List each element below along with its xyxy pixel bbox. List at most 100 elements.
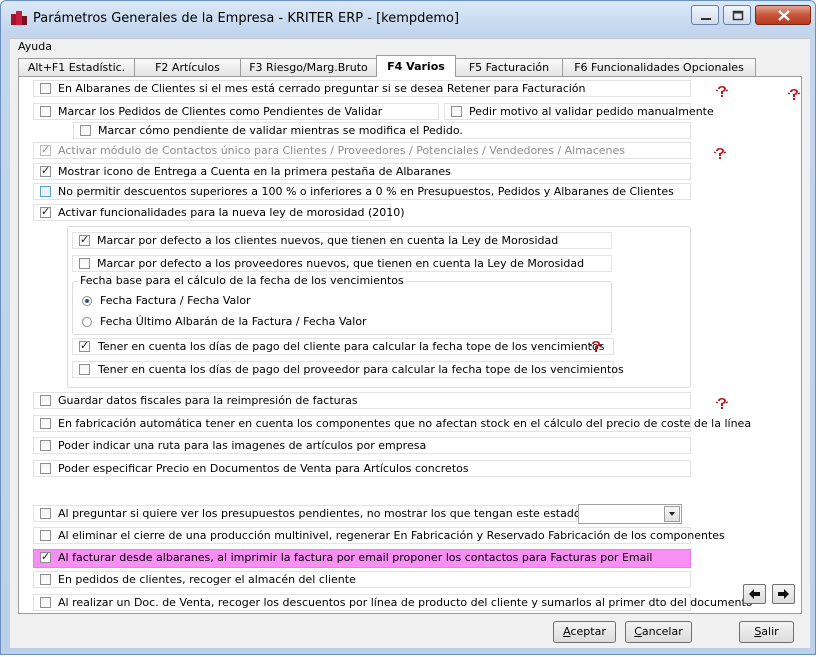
tab-riesgo[interactable]: F3 Riesgo/Marg.Bruto xyxy=(240,58,377,76)
option-label: Activar módulo de Contactos único para C… xyxy=(58,144,625,157)
option-label: Guardar datos fiscales para la reimpresi… xyxy=(58,394,358,407)
option-dias-pago-proveedor[interactable]: Tener en cuenta los días de pago del pro… xyxy=(72,361,624,378)
checkbox[interactable] xyxy=(40,143,51,156)
option-label: Al facturar desde albaranes, al imprimir… xyxy=(58,551,653,564)
option-label: Pedir motivo al validar pedido manualmen… xyxy=(469,105,714,118)
option-no-permitir-descuentos[interactable]: No permitir descuentos superiores a 100 … xyxy=(33,183,691,200)
option-label: No permitir descuentos superiores a 100 … xyxy=(58,185,674,198)
option-label: En fabricación automática tener en cuent… xyxy=(58,417,752,430)
option-fecha-factura[interactable]: Fecha Factura / Fecha Valor xyxy=(75,292,475,309)
checkbox[interactable] xyxy=(40,463,51,474)
option-descuentos-linea[interactable]: Al realizar un Doc. de Venta, recoger lo… xyxy=(33,594,753,611)
salir-button[interactable]: Salir xyxy=(739,621,794,643)
option-fabricacion-componentes[interactable]: En fabricación automática tener en cuent… xyxy=(33,415,751,432)
cancelar-button[interactable]: Cancelar xyxy=(625,621,692,643)
checkbox[interactable] xyxy=(40,597,51,608)
option-defecto-proveedores[interactable]: Marcar por defecto a los proveedores nue… xyxy=(72,255,612,272)
option-label: En Albaranes de Clientes si el mes está … xyxy=(58,82,586,95)
arrow-left-icon xyxy=(749,589,760,599)
option-label: Al preguntar si quiere ver los presupues… xyxy=(58,507,581,520)
aceptar-button[interactable]: Aceptar xyxy=(553,621,616,643)
tab-label: F2 Artículos xyxy=(155,61,220,74)
tab-panel-varios: En Albaranes de Clientes si el mes está … xyxy=(18,76,802,614)
tab-facturacion[interactable]: F5 Facturación xyxy=(455,58,563,76)
chevron-down-icon xyxy=(669,512,675,516)
checkbox[interactable] xyxy=(79,258,90,269)
option-ruta-imagenes[interactable]: Poder indicar una ruta para las imagenes… xyxy=(33,437,691,454)
checkbox[interactable] xyxy=(40,205,51,218)
option-label: Marcar por defecto a los proveedores nue… xyxy=(97,257,585,270)
option-precio-documentos[interactable]: Poder especificar Precio en Documentos d… xyxy=(33,460,691,477)
option-label: Tener en cuenta los días de pago del pro… xyxy=(98,363,624,376)
tab-articulos[interactable]: F2 Artículos xyxy=(134,58,241,76)
checkbox[interactable] xyxy=(40,418,51,429)
app-icon xyxy=(11,11,27,25)
help-icon[interactable] xyxy=(715,397,729,409)
option-label: Marcar cómo pendiente de validar mientra… xyxy=(98,124,463,137)
option-marcar-pendiente-modifica[interactable]: Marcar cómo pendiente de validar mientra… xyxy=(73,122,691,139)
checkbox[interactable] xyxy=(451,106,462,117)
menu-ayuda[interactable]: Ayuda xyxy=(18,40,52,53)
dialog-content: Alt+F1 Estadístic. F2 Artículos F3 Riesg… xyxy=(10,54,810,648)
option-label: Marcar los Pedidos de Clientes como Pend… xyxy=(58,105,383,118)
checkbox[interactable] xyxy=(40,106,51,117)
help-icon[interactable] xyxy=(713,147,727,159)
checkbox[interactable] xyxy=(40,83,51,94)
radio-button[interactable] xyxy=(82,296,92,306)
next-button[interactable] xyxy=(772,584,795,604)
arrow-right-icon xyxy=(778,589,789,599)
option-dias-pago-cliente[interactable]: Tener en cuenta los días de pago del cli… xyxy=(72,338,614,355)
option-datos-fiscales[interactable]: Guardar datos fiscales para la reimpresi… xyxy=(33,392,691,409)
option-pedir-motivo[interactable]: Pedir motivo al validar pedido manualmen… xyxy=(444,103,714,120)
option-label: Tener en cuenta los días de pago del cli… xyxy=(98,340,605,353)
checkbox[interactable] xyxy=(40,550,51,563)
option-albaranes-retener[interactable]: En Albaranes de Clientes si el mes está … xyxy=(33,80,691,97)
checkbox[interactable] xyxy=(79,339,90,352)
tab-label: F5 Facturación xyxy=(468,61,550,74)
checkbox[interactable] xyxy=(79,364,90,375)
help-icon[interactable] xyxy=(589,340,603,352)
option-almacen-cliente[interactable]: En pedidos de clientes, recoger el almac… xyxy=(33,571,691,588)
close-icon xyxy=(778,10,790,21)
checkbox[interactable] xyxy=(79,233,90,246)
checkbox[interactable] xyxy=(40,395,51,406)
option-modulo-contactos[interactable]: Activar módulo de Contactos único para C… xyxy=(33,142,691,159)
option-label: Marcar por defecto a los clientes nuevos… xyxy=(97,234,559,247)
minimize-button[interactable] xyxy=(691,5,719,25)
minimize-icon xyxy=(701,18,711,20)
option-factura-email[interactable]: Al facturar desde albaranes, al imprimir… xyxy=(33,549,691,568)
maximize-button[interactable] xyxy=(723,5,751,25)
checkbox[interactable] xyxy=(40,530,51,541)
option-icono-entrega[interactable]: Mostrar icono de Entrega a Cuenta en la … xyxy=(33,163,691,180)
previous-button[interactable] xyxy=(743,584,766,604)
tab-label: F4 Varios xyxy=(387,60,445,73)
dropdown-button[interactable] xyxy=(664,506,680,522)
estado-select[interactable] xyxy=(578,504,682,524)
option-fecha-albaran[interactable]: Fecha Último Albarán de la Factura / Fec… xyxy=(75,313,475,330)
option-label: Fecha Último Albarán de la Factura / Fec… xyxy=(100,315,367,328)
option-label: Fecha Factura / Fecha Valor xyxy=(100,294,251,307)
option-defecto-clientes[interactable]: Marcar por defecto a los clientes nuevos… xyxy=(72,232,612,249)
help-icon[interactable] xyxy=(715,85,729,97)
checkbox[interactable] xyxy=(40,164,51,177)
checkbox[interactable] xyxy=(40,574,51,585)
checkbox[interactable] xyxy=(40,186,51,197)
button-label: ancelar xyxy=(641,625,683,638)
window-title: Parámetros Generales de la Empresa - KRI… xyxy=(33,11,460,26)
tab-label: F6 Funcionalidades Opcionales xyxy=(574,61,744,74)
help-icon[interactable] xyxy=(787,88,801,100)
title-bar: Parámetros Generales de la Empresa - KRI… xyxy=(1,1,815,35)
close-button[interactable] xyxy=(755,5,811,25)
tab-funcionalidades[interactable]: F6 Funcionalidades Opcionales xyxy=(562,58,756,76)
checkbox[interactable] xyxy=(40,508,51,519)
option-ley-morosidad[interactable]: Activar funcionalidades para la nueva le… xyxy=(33,204,405,221)
option-presupuestos-pendientes[interactable]: Al preguntar si quiere ver los presupues… xyxy=(33,505,581,522)
tab-label: Alt+F1 Estadístic. xyxy=(27,61,126,74)
tab-estadisticas[interactable]: Alt+F1 Estadístic. xyxy=(18,58,135,76)
tab-varios[interactable]: F4 Varios xyxy=(376,55,456,77)
checkbox[interactable] xyxy=(80,125,91,136)
option-pedidos-pendientes[interactable]: Marcar los Pedidos de Clientes como Pend… xyxy=(33,103,439,120)
option-cierre-produccion[interactable]: Al eliminar el cierre de una producción … xyxy=(33,527,725,544)
radio-button[interactable] xyxy=(82,317,92,327)
checkbox[interactable] xyxy=(40,440,51,451)
